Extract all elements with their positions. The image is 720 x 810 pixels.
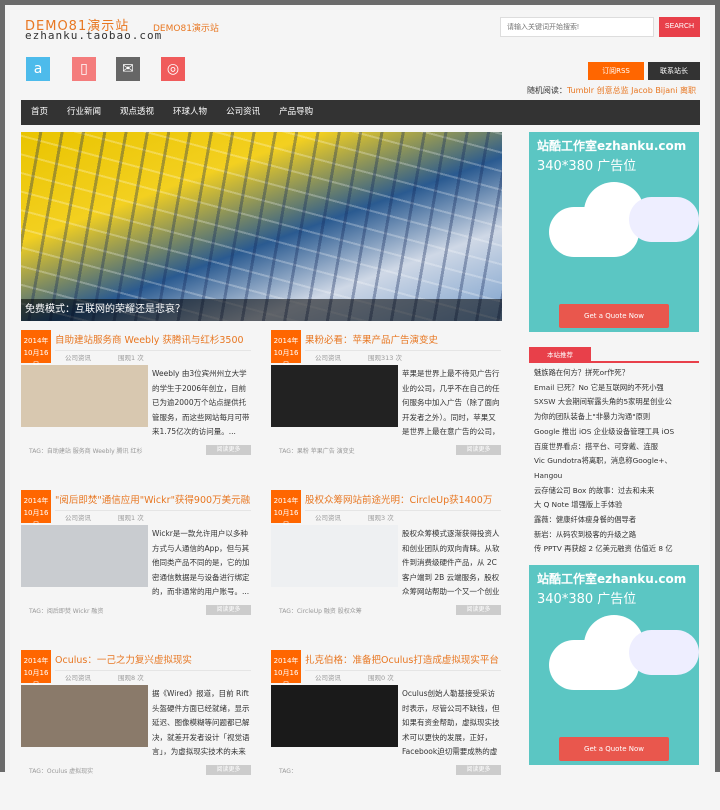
- article-thumbnail[interactable]: [21, 365, 148, 427]
- recommend-item[interactable]: 云存储公司 Box 的故事：过去和未来: [534, 484, 699, 499]
- ad-banner[interactable]: 站酷工作室ezhanku.com 340*380 广告位 Get a Quote…: [529, 132, 699, 332]
- article-thumbnail[interactable]: [21, 525, 148, 587]
- article-category[interactable]: 公司资讯: [315, 512, 341, 522]
- article-title[interactable]: "阅后即焚"通信应用"Wickr"获得900万美元融: [55, 492, 251, 511]
- article-excerpt: 苹果是世界上最不待见广告行业的公司，几乎不在自己的任何服务中加入广告（除了面向开…: [402, 369, 500, 436]
- logo-domain[interactable]: ezhanku.taobao.com: [25, 29, 162, 42]
- recommend-item[interactable]: 大 Q Note 增强版上手体验: [534, 498, 699, 513]
- article-tags[interactable]: TAG：果粉 苹果广告 演变史: [279, 446, 355, 455]
- main-nav: 首页 行业新闻 观点透视 环球人物 公司资讯 产品导购: [21, 100, 700, 125]
- quote-button[interactable]: Get a Quote Now: [559, 304, 669, 328]
- read-more-button[interactable]: 阅读更多: [206, 445, 251, 455]
- read-more-button[interactable]: 阅读更多: [456, 765, 501, 775]
- ad-title: 站酷工作室ezhanku.com: [537, 139, 687, 153]
- article-card: 2014年10月16日 Oculus：一己之力复兴虚拟现实 公司资讯 围观8 次…: [21, 650, 251, 810]
- recommend-heading: 本站推荐: [529, 347, 591, 363]
- article-views: 围观0 次: [368, 674, 394, 682]
- article-views: 围观1 次: [118, 354, 144, 362]
- nav-people[interactable]: 环球人物: [173, 100, 207, 125]
- article-card: 2014年10月16日 扎克伯格：准备把Oculus打造成虚拟现实平台 公司资讯…: [271, 650, 501, 810]
- article-card: 2014年10月16日 自助建站服务商 Weebly 获腾讯与红杉3500 公司…: [21, 330, 251, 490]
- article-card: 2014年10月16日 "阅后即焚"通信应用"Wickr"获得900万美元融 公…: [21, 490, 251, 650]
- search-input[interactable]: [500, 17, 654, 37]
- recommend-item[interactable]: Email 已死？No 它是互联网的不死小强: [534, 381, 699, 396]
- article-tags[interactable]: TAG：Oculus 虚拟现实: [29, 766, 93, 775]
- ad-banner[interactable]: 站酷工作室ezhanku.com 340*380 广告位 Get a Quote…: [529, 565, 699, 765]
- article-title[interactable]: 自助建站服务商 Weebly 获腾讯与红杉3500: [55, 332, 251, 351]
- recommend-item[interactable]: 露薇：健康纤体瘦身餐的倡导者: [534, 513, 699, 528]
- read-more-button[interactable]: 阅读更多: [206, 605, 251, 615]
- recommend-item[interactable]: 魅族路在何方？拼死or作死？: [534, 366, 699, 381]
- read-more-button[interactable]: 阅读更多: [456, 605, 501, 615]
- recommend-item[interactable]: 为你的团队装备上"非暴力沟通"原则: [534, 410, 699, 425]
- date-badge: 2014年10月16日: [271, 330, 301, 369]
- article-thumbnail[interactable]: [21, 685, 148, 747]
- article-thumbnail[interactable]: [271, 685, 398, 747]
- recommend-item[interactable]: Vic Gundotra将离职，消息称Google+、Hangou: [534, 454, 699, 483]
- article-category[interactable]: 公司资讯: [65, 512, 91, 522]
- hero-caption[interactable]: 免费模式：互联网的荣耀还是悲哀？: [21, 299, 502, 321]
- recommend-panel: 本站推荐 魅族路在何方？拼死or作死？ Email 已死？No 它是互联网的不死小…: [529, 347, 699, 557]
- read-more-button[interactable]: 阅读更多: [206, 765, 251, 775]
- hero-slide[interactable]: 免费模式：互联网的荣耀还是悲哀？: [21, 132, 502, 321]
- contact-button[interactable]: 联系站长: [648, 62, 700, 80]
- date-badge: 2014年10月16日: [21, 330, 51, 369]
- ad-title: 站酷工作室ezhanku.com: [537, 572, 687, 586]
- article-title[interactable]: 果粉必看：苹果产品广告演变史: [305, 332, 501, 351]
- date-badge: 2014年10月16日: [271, 650, 301, 689]
- random-read: 随机阅读：Tumblr 创意总监 Jacob Bijani 离职: [527, 85, 696, 96]
- article-category[interactable]: 公司资讯: [65, 352, 91, 362]
- nav-company[interactable]: 公司资讯: [226, 100, 260, 125]
- recommend-item[interactable]: 新岩：从码农到极客的升级之路: [534, 528, 699, 543]
- date-badge: 2014年10月16日: [21, 650, 51, 689]
- article-tags[interactable]: TAG：CircleUp 融资 股权众筹: [279, 606, 362, 615]
- read-more-button[interactable]: 阅读更多: [456, 445, 501, 455]
- date-badge: 2014年10月16日: [271, 490, 301, 529]
- article-thumbnail[interactable]: [271, 525, 398, 587]
- random-link[interactable]: Tumblr 创意总监 Jacob Bijani 离职: [567, 86, 696, 95]
- nav-products[interactable]: 产品导购: [279, 100, 313, 125]
- article-views: 围观313 次: [368, 354, 402, 362]
- article-title[interactable]: Oculus：一己之力复兴虚拟现实: [55, 652, 251, 671]
- recommend-item[interactable]: 传 PPTV 再获超 2 亿美元融资 估值近 8 亿: [534, 542, 699, 557]
- article-excerpt: Weebly 由3位宾州州立大学的学生于2006年创立，目前已为逾2000万个站…: [152, 369, 250, 436]
- article-category[interactable]: 公司资讯: [315, 352, 341, 362]
- article-category[interactable]: 公司资讯: [315, 672, 341, 682]
- nav-industry[interactable]: 行业新闻: [67, 100, 101, 125]
- weibo-icon[interactable]: ◎: [161, 57, 185, 81]
- article-views: 围观3 次: [368, 514, 394, 522]
- rss-button[interactable]: 订阅RSS: [588, 62, 644, 80]
- article-excerpt: Wickr是一款允许用户以多种方式与人通信的App，但与其他同类产品不同的是，它…: [152, 529, 250, 596]
- a-icon[interactable]: a: [26, 57, 50, 81]
- article-views: 围观1 次: [118, 514, 144, 522]
- article-title[interactable]: 股权众筹网站前途光明：CircleUp获1400万: [305, 492, 501, 511]
- article-excerpt: Oculus创始人勒基接受采访时表示，尽管公司不缺钱，但如果有资金帮助，虚拟现实…: [402, 689, 500, 756]
- site-slogan: DEMO81演示站: [153, 24, 219, 34]
- article-thumbnail[interactable]: [271, 365, 398, 427]
- article-category[interactable]: 公司资讯: [65, 672, 91, 682]
- article-tags[interactable]: TAG：: [279, 766, 297, 775]
- article-excerpt: 股权众筹模式逐渐获得投资人和创业团队的双向青睐。从软件到消费级硬件产品，从 2C…: [402, 529, 500, 596]
- ad-subtitle: 340*380 广告位: [537, 592, 637, 607]
- date-badge: 2014年10月16日: [21, 490, 51, 529]
- article-title[interactable]: 扎克伯格：准备把Oculus打造成虚拟现实平台: [305, 652, 501, 671]
- quote-button[interactable]: Get a Quote Now: [559, 737, 669, 761]
- article-tags[interactable]: TAG：阅后即焚 Wickr 融资: [29, 606, 103, 615]
- article-card: 2014年10月16日 股权众筹网站前途光明：CircleUp获1400万 公司…: [271, 490, 501, 650]
- book-icon[interactable]: ▯: [72, 57, 96, 81]
- recommend-item[interactable]: 百度世界看点：搭平台、可穿戴、连服: [534, 440, 699, 455]
- recommend-item[interactable]: SXSW 大会期间崭露头角的5家明星创业公: [534, 395, 699, 410]
- article-views: 围观8 次: [118, 674, 144, 682]
- recommend-item[interactable]: Google 推出 iOS 企业级设备管理工具 iOS: [534, 425, 699, 440]
- ad-subtitle: 340*380 广告位: [537, 159, 637, 174]
- hero-image: [21, 132, 502, 321]
- article-tags[interactable]: TAG：自助建站 服务商 Weebly 腾讯 红杉: [29, 446, 142, 455]
- nav-opinion[interactable]: 观点透视: [120, 100, 154, 125]
- random-label: 随机阅读：: [526, 86, 567, 95]
- search-button[interactable]: SEARCH: [659, 17, 700, 37]
- article-card: 2014年10月16日 果粉必看：苹果产品广告演变史 公司资讯 围观313 次 …: [271, 330, 501, 490]
- mail-icon[interactable]: ✉: [116, 57, 140, 81]
- article-excerpt: 据《Wired》报道，目前 Rift 头盔硬件方面已经就绪，显示延迟、图像模糊等…: [152, 689, 250, 756]
- nav-home[interactable]: 首页: [31, 100, 48, 125]
